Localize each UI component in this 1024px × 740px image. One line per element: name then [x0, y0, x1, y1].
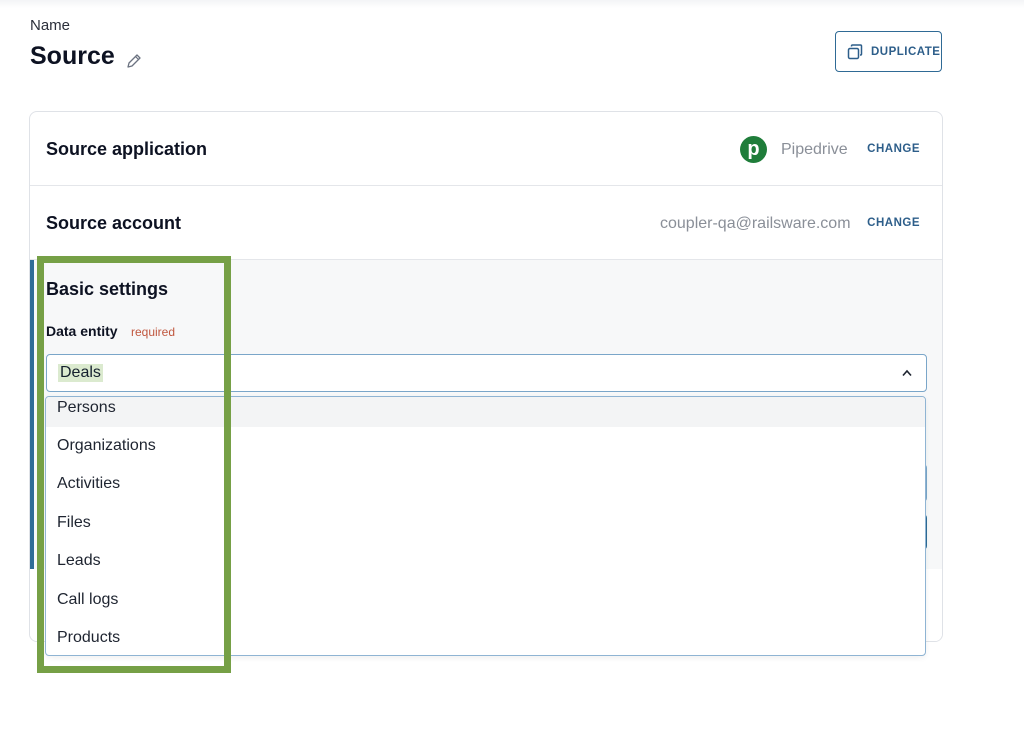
source-application-title: Source application — [46, 139, 208, 159]
source-account-row: Source account coupler-qa@railsware.com … — [30, 186, 942, 260]
dropdown-option[interactable]: Activities — [46, 465, 925, 503]
duplicate-button[interactable]: DUPLICATE — [835, 31, 942, 72]
source-account-title: Source account — [46, 213, 182, 233]
data-entity-label: Data entity — [46, 323, 118, 339]
data-entity-dropdown-menu: Persons Organizations Activities Files L… — [45, 396, 926, 656]
dropdown-option[interactable]: Products — [46, 619, 925, 655]
required-indicator: required — [131, 325, 176, 339]
duplicate-label: DUPLICATE — [871, 45, 941, 58]
name-label: Name — [30, 17, 71, 34]
data-entity-select[interactable]: Deals — [46, 354, 927, 392]
selected-value: Deals — [58, 364, 103, 382]
dropdown-option[interactable]: Files — [46, 504, 925, 542]
source-account-value: coupler-qa@railsware.com — [660, 215, 851, 232]
source-application-value: Pipedrive — [781, 141, 848, 158]
dropdown-option[interactable]: Call logs — [46, 581, 925, 619]
dropdown-option[interactable]: Persons — [46, 397, 925, 427]
dropdown-option[interactable]: Organizations — [46, 427, 925, 465]
duplicate-icon — [847, 43, 863, 59]
change-application-button[interactable]: CHANGE — [867, 143, 920, 155]
source-application-row: Source application p Pipedrive CHANGE — [30, 112, 942, 186]
pipedrive-logo-icon: p — [740, 136, 767, 163]
change-account-button[interactable]: CHANGE — [867, 217, 920, 229]
top-fade — [0, 0, 1024, 8]
basic-settings-title: Basic settings — [46, 279, 169, 299]
chevron-up-icon — [902, 369, 912, 377]
edit-pencil-icon[interactable] — [125, 52, 143, 70]
dropdown-option[interactable]: Leads — [46, 542, 925, 580]
page-title: Source — [30, 42, 115, 70]
active-section-indicator — [30, 260, 34, 569]
